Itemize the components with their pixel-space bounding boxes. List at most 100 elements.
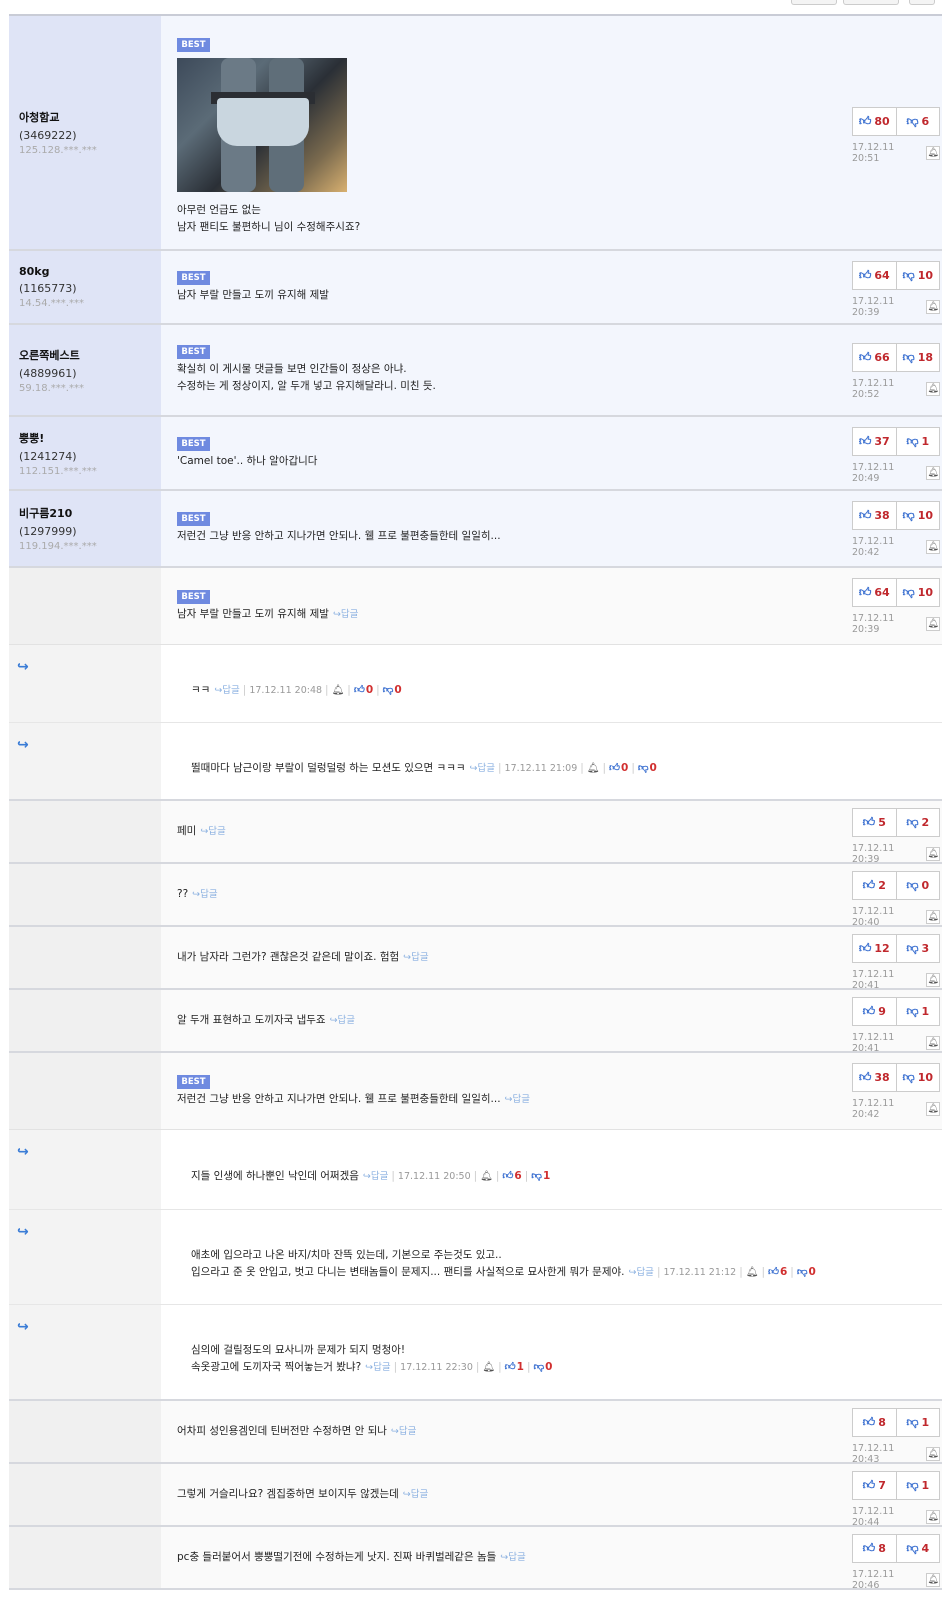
thumbs-down-icon[interactable]: 👎︎ [534,1361,545,1373]
downvote-button[interactable]: 👎︎ 4 [897,1535,940,1562]
upvote-button[interactable]: 👍︎ 12 [853,935,897,962]
reply-link[interactable]: ↪답글 [365,1362,390,1373]
upvote-button[interactable]: 👍︎ 38 [853,502,897,529]
thumbs-down-icon[interactable]: 👎︎ [383,684,394,696]
reply-link[interactable]: ↪답글 [391,1426,416,1437]
thumbs-down-icon: 👎︎ [906,114,919,128]
thumbs-up-icon[interactable]: 👍︎ [768,1266,779,1278]
bell-icon[interactable]: 🔔︎ [926,540,940,554]
downvote-button[interactable]: 👎︎ 10 [897,1064,940,1091]
author-ip: 119.194.***.*** [19,541,97,552]
upvote-button[interactable]: 👍︎ 80 [853,108,897,135]
reply-link[interactable]: ↪답글 [403,952,428,963]
reply-link[interactable]: ↪답글 [330,1015,355,1026]
bell-icon[interactable]: 🔔︎ [587,760,600,777]
bell-icon[interactable]: 🔔︎ [926,300,940,314]
thumbs-up-icon[interactable]: 👍︎ [502,1170,513,1182]
author-id: (1165773) [19,282,77,295]
bell-icon[interactable]: 🔔︎ [926,973,940,987]
downvote-button[interactable]: 👎︎ 0 [897,872,940,899]
bell-icon[interactable]: 🔔︎ [926,1573,940,1587]
thumbs-down-icon[interactable]: 👎︎ [797,1266,808,1278]
upvote-button[interactable]: 👍︎ 8 [853,1409,897,1436]
reply-link[interactable]: ↪답글 [505,1094,530,1105]
downvote-button[interactable]: 👎︎ 1 [897,428,940,455]
bell-icon[interactable]: 🔔︎ [332,682,345,699]
best-comment: 오른쪽베스트 (4889961) 59.18.***.*** BEST 확실히 … [9,325,942,417]
top-button-1[interactable] [791,0,837,5]
author-nick[interactable]: 오른쪽베스트 [19,347,151,363]
bell-icon[interactable]: 🔔︎ [480,1168,493,1185]
downvote-button[interactable]: 👎︎ 10 [897,502,940,529]
thumbs-up-icon[interactable]: 👍︎ [505,1361,516,1373]
author-nick[interactable]: 비구름210 [19,505,151,521]
reply-link[interactable]: ↪답글 [500,1552,525,1563]
bell-icon[interactable]: 🔔︎ [926,1510,940,1524]
bell-icon[interactable]: 🔔︎ [926,382,940,396]
reply-link[interactable]: ↪답글 [363,1171,388,1182]
bell-icon[interactable]: 🔔︎ [746,1264,759,1281]
reply-link[interactable]: ↪답글 [628,1267,653,1278]
downvote-button[interactable]: 👎︎ 1 [897,998,940,1025]
downvote-button[interactable]: 👎︎ 6 [897,108,940,135]
bell-icon[interactable]: 🔔︎ [482,1359,495,1376]
reply-link[interactable]: ↪답글 [403,1489,428,1500]
reply-arrow-icon: ↪ [17,1144,29,1160]
reply-link[interactable]: ↪답글 [192,889,217,900]
upvote-button[interactable]: 👍︎ 2 [853,872,897,899]
comment-author: 뿡뿡! (1241274) 112.151.***.*** [9,417,161,489]
author-nick[interactable]: 80kg [19,265,151,278]
reply-link[interactable]: ↪답글 [333,609,358,620]
comment-author: 오른쪽베스트 (4889961) 59.18.***.*** [9,325,161,415]
thumbs-down-icon: 👎︎ [906,434,919,448]
downvote-button[interactable]: 👎︎ 10 [897,262,940,289]
upvote-button[interactable]: 👍︎ 66 [853,344,897,371]
bell-icon[interactable]: 🔔︎ [926,847,940,861]
upvote-button[interactable]: 👍︎ 7 [853,1472,897,1499]
thumbs-up-icon[interactable]: 👍︎ [354,684,365,696]
author-nick[interactable]: 뿡뿡! [19,430,151,446]
reply-link[interactable]: ↪답글 [200,826,225,837]
comment-content: BEST 남자 부랄 만들고 도끼 유지해 제발 [177,251,832,323]
thumbs-down-icon: 👎︎ [906,941,919,955]
comment-content: ㅋㅋ ↪답글 | 17.12.11 20:48 | 🔔︎ | 👍︎0 | 👎︎0 [191,645,922,722]
reply-link[interactable]: ↪답글 [470,763,495,774]
author-ip: 112.151.***.*** [19,465,97,477]
upvote-button[interactable]: 👍︎ 38 [853,1064,897,1091]
upvote-button[interactable]: 👍︎ 8 [853,1535,897,1562]
comment-image[interactable] [177,58,347,192]
bell-icon[interactable]: 🔔︎ [926,1036,940,1050]
upvote-button[interactable]: 👍︎ 64 [853,262,897,289]
downvote-button[interactable]: 👎︎ 2 [897,809,940,836]
downvote-button[interactable]: 👎︎ 10 [897,579,940,606]
thumbs-up-icon[interactable]: 👍︎ [609,762,620,774]
comment-content: BEST 확실히 이 게시물 댓글들 보면 인간들이 정상은 아냐. 수정하는 … [177,325,832,415]
comment-content: 페미 ↪답글 [177,801,832,862]
downvote-button[interactable]: 👎︎ 1 [897,1409,940,1436]
author-nick[interactable]: 아청함교 [19,109,151,125]
thumbs-down-icon[interactable]: 👎︎ [638,762,649,774]
upvote-button[interactable]: 👍︎ 37 [853,428,897,455]
bell-icon[interactable]: 🔔︎ [926,466,940,480]
upvote-count: 12 [874,942,890,955]
bell-icon[interactable]: 🔔︎ [926,1447,940,1461]
downvote-button[interactable]: 👎︎ 3 [897,935,940,962]
downvote-count: 0 [394,684,402,696]
bell-icon[interactable]: 🔔︎ [926,1102,940,1116]
downvote-button[interactable]: 👎︎ 18 [897,344,940,371]
upvote-button[interactable]: 👍︎ 64 [853,579,897,606]
bell-icon[interactable]: 🔔︎ [926,146,940,160]
comment-text-line: 남자 부랄 만들고 도끼 유지해 제발 [177,288,329,301]
bell-icon[interactable]: 🔔︎ [926,910,940,924]
thumbs-down-icon[interactable]: 👎︎ [531,1170,542,1182]
top-button-3[interactable] [909,0,935,5]
upvote-count: 8 [878,1416,886,1429]
upvote-button[interactable]: 👍︎ 5 [853,809,897,836]
reply-link[interactable]: ↪답글 [214,685,239,696]
downvote-button[interactable]: 👎︎ 1 [897,1472,940,1499]
best-comment: 80kg (1165773) 14.54.***.*** BEST 남자 부랄 … [9,251,942,325]
comment-author: 비구름210 (1297999) 119.194.***.*** [9,491,161,566]
bell-icon[interactable]: 🔔︎ [926,617,940,631]
top-button-2[interactable] [843,0,899,5]
upvote-button[interactable]: 👍︎ 9 [853,998,897,1025]
